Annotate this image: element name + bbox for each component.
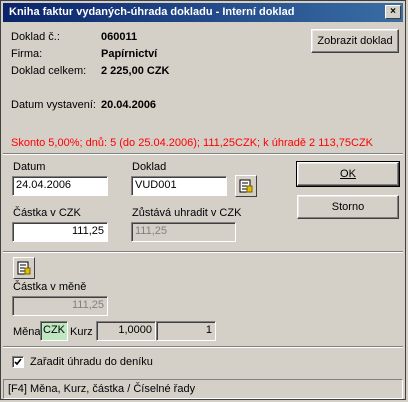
divider — [3, 346, 403, 348]
divider — [3, 153, 403, 155]
currency-settings-button[interactable] — [13, 257, 35, 279]
journal-checkbox-label: Zařadit úhradu do deníku — [30, 356, 153, 368]
document-list-icon — [239, 179, 253, 193]
ok-label: OK — [340, 168, 356, 180]
remaining-field: 111,25 — [131, 222, 236, 242]
total-value: 2 225,00 CZK — [101, 65, 170, 77]
currency-amount-label: Částka v měně — [13, 281, 87, 293]
close-button[interactable]: × — [385, 5, 401, 19]
number-series-button[interactable] — [235, 175, 257, 197]
document-list-icon — [17, 261, 31, 275]
cancel-label: Storno — [331, 201, 365, 213]
rate-field: 1,0000 — [96, 321, 156, 341]
rate-label: Kurz — [70, 326, 93, 338]
window-title: Kniha faktur vydaných-úhrada dokladu - I… — [9, 6, 295, 18]
firm-value: Papírnictví — [101, 48, 158, 60]
date-label: Datum — [13, 161, 46, 173]
currency-field[interactable]: CZK — [40, 321, 68, 341]
checkmark-icon — [14, 358, 22, 366]
doc-input[interactable]: VUD001 — [131, 176, 227, 196]
discount-info: Skonto 5,00%; dnů: 5 (do 25.04.2006); 11… — [11, 137, 374, 149]
show-document-label: Zobrazit doklad — [317, 35, 393, 47]
show-document-button[interactable]: Zobrazit doklad — [311, 29, 399, 53]
status-bar: [F4] Měna, Kurz, částka / Číselné řady — [3, 379, 403, 399]
currency-label: Měna — [13, 326, 41, 338]
issue-date-value: 20.04.2006 — [101, 99, 157, 111]
title-bar: Kniha faktur vydaných-úhrada dokladu - I… — [3, 3, 403, 22]
dialog-window: Kniha faktur vydaných-úhrada dokladu - I… — [0, 0, 406, 400]
cancel-button[interactable]: Storno — [297, 195, 399, 219]
currency-amount-field: 111,25 — [12, 296, 108, 316]
firm-label: Firma: — [11, 48, 43, 60]
doc-label: Doklad — [132, 161, 167, 173]
amount-input[interactable]: 111,25 — [12, 222, 108, 242]
rate-unit-field: 1 — [156, 321, 216, 341]
divider — [3, 251, 403, 253]
total-label: Doklad celkem: — [11, 65, 87, 77]
remaining-label: Zůstává uhradit v CZK — [132, 207, 242, 219]
doc-number-value: 060011 — [101, 31, 138, 43]
doc-number-label: Doklad č.: — [11, 31, 60, 43]
issue-date-label: Datum vystavení: — [11, 99, 96, 111]
amount-label: Částka v CZK — [13, 207, 81, 219]
ok-button[interactable]: OK — [296, 161, 400, 187]
status-text: [F4] Měna, Kurz, částka / Číselné řady — [8, 383, 196, 395]
date-input[interactable]: 24.04.2006 — [12, 176, 108, 196]
journal-checkbox[interactable] — [12, 356, 24, 368]
